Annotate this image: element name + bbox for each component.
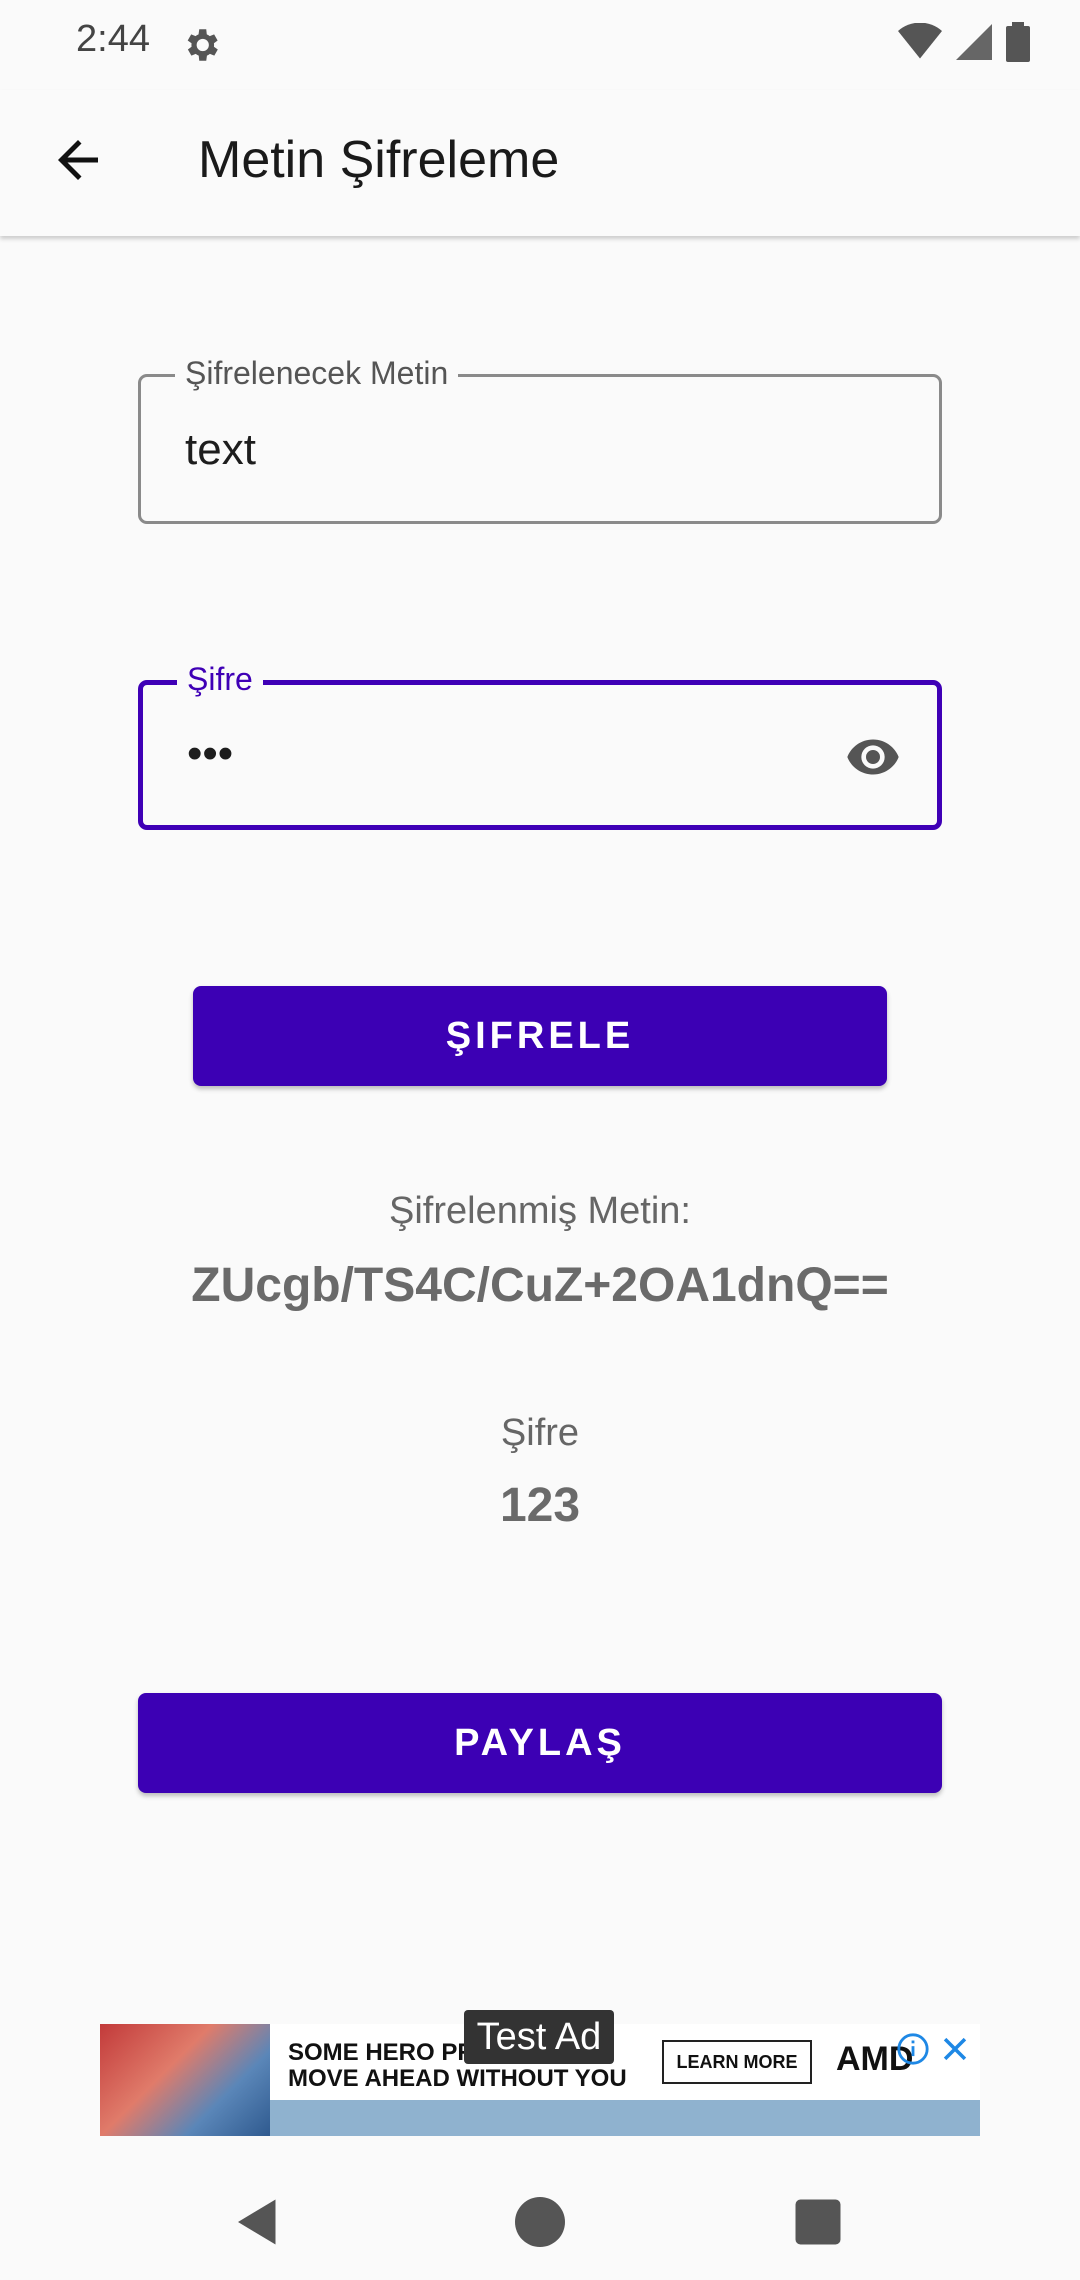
arrow-back-icon[interactable] [48,130,108,190]
ad-image [100,2024,270,2136]
password-result-value: 123 [499,1479,581,1532]
nav-recents-icon[interactable] [788,2192,848,2252]
encrypted-text-label: Şifrelenmiş Metin: [389,1190,691,1232]
share-button[interactable]: PAYLAŞ [138,1693,942,1793]
text-input-value[interactable]: text [185,425,256,475]
password-value[interactable]: ••• [187,729,233,779]
encrypted-text-value: ZUcgb/TS4C/CuZ+2OA1dnQ== [191,1259,889,1312]
nav-back-icon[interactable] [228,2192,288,2252]
info-icon[interactable] [896,2032,930,2066]
encrypt-button[interactable]: ŞIFRELE [193,986,887,1086]
ad-headline-line2: MOVE AHEAD WITHOUT YOU [288,2065,627,2092]
battery-icon [1006,22,1030,62]
test-ad-badge: Test Ad [464,2010,614,2064]
status-bar: 2:44 [0,0,1080,90]
page-title: Metin Şifreleme [198,131,560,189]
password-field[interactable]: Şifre ••• [138,661,942,830]
nav-home-icon[interactable] [510,2192,570,2252]
signal-icon [956,24,992,60]
app-bar: Metin Şifreleme [0,90,1080,236]
ad-learn-more-button[interactable]: LEARN MORE [662,2040,812,2084]
settings-icon [187,29,218,61]
password-label: Şifre [177,661,263,698]
text-input-label: Şifrelenecek Metin [175,355,459,392]
text-input-field[interactable]: Şifrelenecek Metin text [138,355,942,524]
status-time: 2:44 [76,18,150,60]
eye-icon[interactable] [841,729,905,785]
wifi-icon [898,23,942,59]
password-result-label: Şifre [500,1412,580,1454]
close-icon[interactable] [938,2032,972,2066]
navigation-bar [0,2164,1080,2280]
